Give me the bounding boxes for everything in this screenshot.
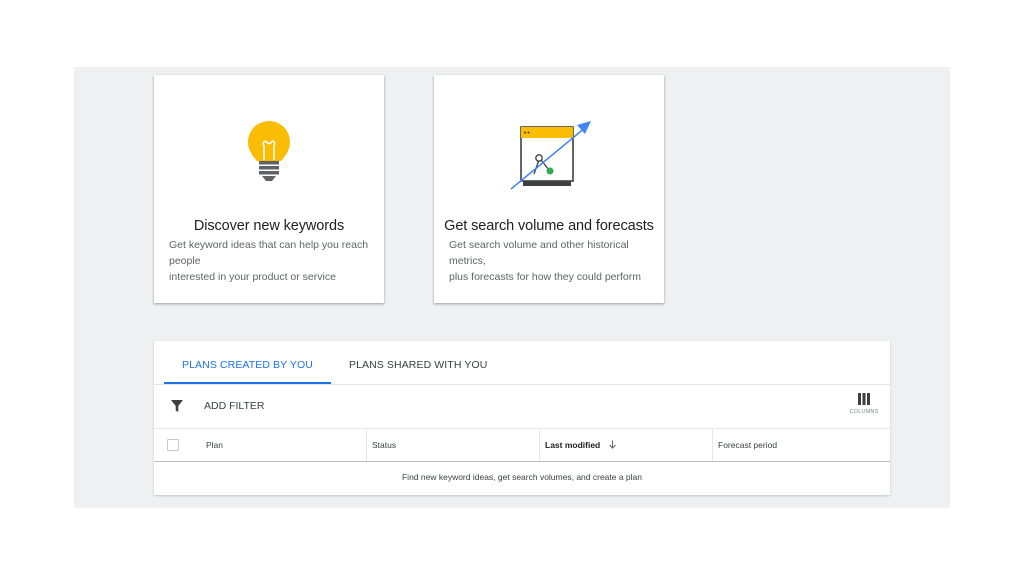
- tab-plans-created-by-you[interactable]: PLANS CREATED BY YOU: [164, 341, 331, 384]
- plans-panel: PLANS CREATED BY YOU PLANS SHARED WITH Y…: [154, 341, 890, 495]
- card-description: Get keyword ideas that can help you reac…: [169, 237, 372, 285]
- empty-state-message: Find new keyword ideas, get search volum…: [401, 472, 643, 482]
- column-divider: [366, 429, 367, 461]
- tab-plans-shared-with-you[interactable]: PLANS SHARED WITH YOU: [331, 341, 505, 384]
- column-divider: [712, 429, 713, 461]
- discover-keywords-card[interactable]: Discover new keywords Get keyword ideas …: [154, 75, 384, 303]
- chart-trend-icon: [510, 121, 591, 190]
- keyword-planner-canvas: Discover new keywords Get keyword ideas …: [74, 67, 950, 508]
- column-divider: [539, 429, 540, 461]
- card-title: Get search volume and forecasts: [444, 218, 654, 234]
- card-description-line: plus forecasts for how they could perfor…: [449, 271, 642, 283]
- sort-descending-arrow-icon: [608, 440, 616, 449]
- card-description: Get search volume and other historical m…: [449, 237, 652, 285]
- columns-label: COLUMNS: [849, 409, 879, 415]
- card-description-line: interested in your product or service: [169, 271, 336, 283]
- column-header-forecast-period[interactable]: Forecast period: [718, 429, 777, 461]
- lightbulb-icon: [248, 121, 290, 181]
- column-header-plan[interactable]: Plan: [206, 429, 223, 461]
- filter-toolbar: ADD FILTER COLUMNS: [154, 385, 890, 428]
- table-header-row: Plan Status Last modified Forecast perio…: [154, 428, 890, 462]
- column-header-status[interactable]: Status: [372, 429, 396, 461]
- add-filter-button[interactable]: ADD FILTER: [204, 400, 264, 412]
- filter-icon[interactable]: [170, 399, 184, 413]
- card-title: Discover new keywords: [193, 218, 345, 234]
- columns-icon: [858, 393, 870, 405]
- lightbulb-illustration: [154, 113, 384, 193]
- columns-button[interactable]: COLUMNS: [844, 393, 884, 415]
- select-all-checkbox[interactable]: [167, 439, 179, 451]
- card-description-line: Get keyword ideas that can help you reac…: [169, 239, 369, 267]
- card-description-line: Get search volume and other historical m…: [449, 239, 629, 267]
- search-volume-forecasts-card[interactable]: Get search volume and forecasts Get sear…: [434, 75, 664, 303]
- plans-tabs: PLANS CREATED BY YOU PLANS SHARED WITH Y…: [164, 341, 505, 384]
- column-header-label: Last modified: [545, 440, 601, 450]
- chart-illustration: [434, 113, 664, 193]
- column-header-last-modified[interactable]: Last modified: [545, 429, 617, 461]
